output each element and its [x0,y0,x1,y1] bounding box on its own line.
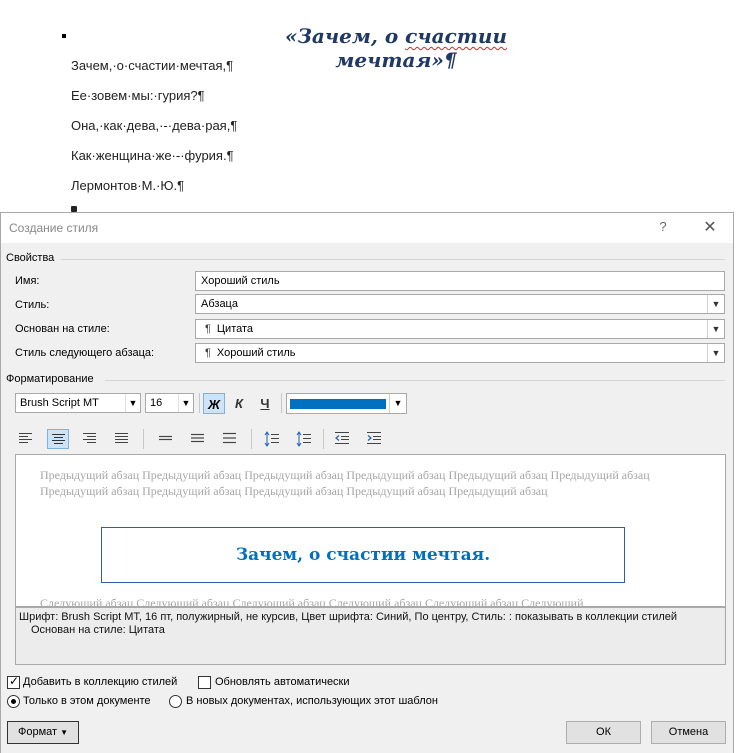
auto-update-checkbox[interactable] [198,676,211,689]
document-area: «Зачем, о счастии мечтая»¶ Зачем,·о·счас… [0,0,736,212]
bullet-mark [62,34,66,38]
divider [105,380,725,381]
chevron-down-icon[interactable]: ▼ [707,344,724,362]
divider [61,259,725,260]
chevron-down-icon[interactable]: ▼ [125,394,140,412]
one-half-spacing-icon[interactable] [187,429,209,449]
document-line[interactable]: Как·женщина·же·-·фурия.¶ [71,148,234,163]
document-line[interactable]: Лермонтов·М.·Ю.¶ [71,178,184,193]
format-button-label: Формат [18,726,58,738]
description-line: Шрифт: Brush Script MT, 16 пт, полужирны… [19,611,678,623]
based-on-label: Основан на стиле: [15,323,110,335]
document-line[interactable]: Она,·как·дева,·-·дева·рая,¶ [71,118,237,133]
add-to-gallery-label[interactable]: Добавить в коллекцию стилей [23,676,177,688]
single-spacing-icon[interactable] [155,429,177,449]
style-type-label: Стиль: [15,299,50,311]
align-justify-icon[interactable] [111,429,133,449]
style-preview: Предыдущий абзац Предыдущий абзац Предыд… [15,454,726,607]
font-size-value: 16 [150,397,163,409]
description-line: Основан на стиле: Цитата [31,624,165,636]
align-center-icon[interactable] [47,429,69,449]
next-style-value: Хороший стиль [216,347,296,359]
bold-button[interactable]: Ж [203,393,225,414]
create-style-dialog: Создание стиля ? ✕ Свойства Имя: Хороший… [0,212,734,753]
new-documents-label[interactable]: В новых документах, использующих этот ша… [186,695,438,707]
help-button[interactable]: ? [653,219,673,234]
space-after-icon[interactable] [293,429,315,449]
align-left-icon[interactable] [15,429,37,449]
font-value: Brush Script MT [20,397,99,409]
color-swatch [290,399,386,409]
chevron-down-icon[interactable]: ▼ [707,295,724,313]
divider [143,429,144,449]
double-spacing-icon[interactable] [219,429,241,449]
document-heading[interactable]: «Зачем, о счастии мечтая»¶ [236,24,556,72]
space-before-icon[interactable] [261,429,283,449]
name-input[interactable]: Хороший стиль [195,271,725,291]
divider [281,393,282,413]
new-documents-radio[interactable] [169,695,182,708]
add-to-gallery-checkbox[interactable] [7,674,20,689]
pilcrow-mark: ¶ [443,48,457,72]
next-style-select[interactable]: ¶ Хороший стиль ▼ [195,343,725,363]
auto-update-label[interactable]: Обновлять автоматически [215,676,350,688]
format-button[interactable]: Формат ▼ [7,721,79,744]
paragraph-icon: ¶ [205,323,211,335]
only-this-document-label[interactable]: Только в этом документе [23,695,151,707]
close-button[interactable]: ✕ [699,217,721,237]
font-color-select[interactable]: ▼ [286,393,407,414]
document-line[interactable]: Ее·зовем·мы:·гурия?¶ [71,88,205,103]
heading-part: «Зачем, о [284,24,406,48]
previous-paragraph-text: Предыдущий абзац Предыдущий абзац Предыд… [40,468,650,498]
font-size-select[interactable]: 16 ▼ [145,393,194,413]
based-on-value: Цитата [216,323,254,335]
chevron-down-icon[interactable]: ▼ [707,320,724,338]
next-style-label: Стиль следующего абзаца: [15,347,155,359]
formatting-section-label: Форматирование [6,373,94,385]
align-right-icon[interactable] [79,429,101,449]
paragraph-icon: ¶ [205,347,211,359]
document-line[interactable]: Зачем,·о·счастии·мечтая,¶ [71,58,233,73]
sample-text: Зачем, о счастии мечтая. [101,527,625,583]
based-on-select[interactable]: ¶ Цитата ▼ [195,319,725,339]
divider [199,393,200,413]
name-label: Имя: [15,275,40,287]
chevron-down-icon[interactable]: ▼ [178,394,193,412]
divider [251,429,252,449]
cancel-button[interactable]: Отмена [651,721,726,744]
heading-misspelled-word: счастии [405,24,507,48]
dialog-title: Создание стиля [9,221,99,235]
properties-section-label: Свойства [6,252,55,264]
heading-part: мечтая» [335,48,444,72]
ok-button[interactable]: ОК [566,721,641,744]
chevron-down-icon[interactable]: ▼ [389,394,406,413]
dialog-titlebar: Создание стиля ? ✕ [1,213,733,243]
divider [323,429,324,449]
increase-indent-icon[interactable] [363,429,385,449]
font-select[interactable]: Brush Script MT ▼ [15,393,141,413]
style-type-value: Абзаца [201,298,238,310]
italic-button[interactable]: К [228,393,250,414]
next-paragraph-text: Следующий абзац Следующий абзац Следующи… [40,596,584,607]
only-this-document-radio[interactable] [7,695,20,708]
style-type-select[interactable]: Абзаца ▼ [195,294,725,314]
style-description: Шрифт: Brush Script MT, 16 пт, полужирны… [15,607,726,665]
dropdown-arrow-icon: ▼ [60,728,68,737]
decrease-indent-icon[interactable] [331,429,353,449]
underline-button[interactable]: Ч [254,393,276,414]
